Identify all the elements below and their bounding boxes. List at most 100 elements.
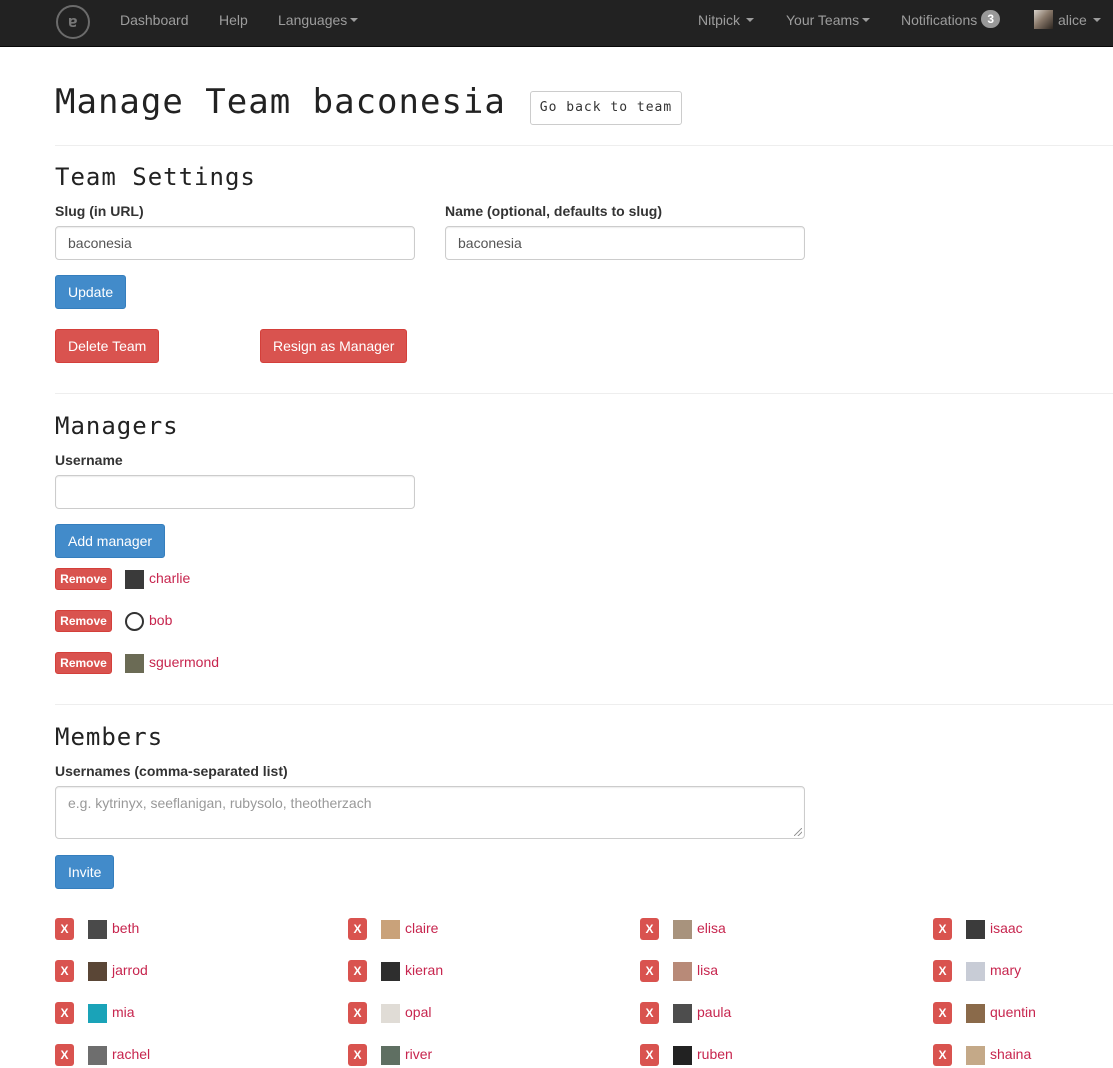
member-link[interactable]: elisa bbox=[697, 920, 726, 936]
slug-label: Slug (in URL) bbox=[55, 203, 144, 219]
team-settings-heading: Team Settings bbox=[55, 163, 256, 191]
member-link[interactable]: mary bbox=[990, 962, 1021, 978]
member-link[interactable]: lisa bbox=[697, 962, 718, 978]
nav-help[interactable]: Help bbox=[219, 0, 248, 46]
members-heading: Members bbox=[55, 723, 164, 751]
usernames-placeholder: e.g. kytrinyx, seeflanigan, rubysolo, th… bbox=[68, 795, 372, 811]
manager-username-label: Username bbox=[55, 452, 123, 468]
remove-member-button[interactable]: X bbox=[348, 960, 367, 982]
managers-heading: Managers bbox=[55, 412, 179, 440]
member-link[interactable]: kieran bbox=[405, 962, 443, 978]
usernames-label: Usernames (comma-separated list) bbox=[55, 763, 288, 779]
nav-notifications-label: Notifications bbox=[901, 12, 978, 28]
member-avatar bbox=[673, 962, 692, 981]
manager-avatar bbox=[125, 612, 144, 631]
manager-link[interactable]: bob bbox=[149, 612, 172, 628]
member-link[interactable]: opal bbox=[405, 1004, 431, 1020]
top-navbar: ɐ Dashboard Help Languages Nitpick Your … bbox=[0, 0, 1113, 47]
nav-user-label: alice bbox=[1058, 12, 1087, 28]
slug-input[interactable]: baconesia bbox=[55, 226, 415, 260]
member-avatar bbox=[673, 920, 692, 939]
nav-your-teams-dropdown[interactable]: Your Teams bbox=[786, 0, 871, 46]
update-button[interactable]: Update bbox=[55, 275, 127, 309]
remove-member-button[interactable]: X bbox=[348, 1002, 367, 1024]
nav-languages-dropdown[interactable]: Languages bbox=[278, 0, 359, 46]
chevron-down-icon bbox=[862, 18, 871, 23]
member-link[interactable]: beth bbox=[112, 920, 139, 936]
member-avatar bbox=[966, 962, 985, 981]
member-avatar bbox=[381, 962, 400, 981]
divider bbox=[55, 704, 1113, 705]
team-name-label: Name (optional, defaults to slug) bbox=[445, 203, 663, 219]
remove-member-button[interactable]: X bbox=[640, 1044, 659, 1066]
member-link[interactable]: paula bbox=[697, 1004, 731, 1020]
manager-link[interactable]: charlie bbox=[149, 570, 190, 586]
remove-member-button[interactable]: X bbox=[933, 1002, 952, 1024]
nav-notifications[interactable]: Notifications 3 bbox=[901, 0, 1001, 46]
resign-as-manager-button[interactable]: Resign as Manager bbox=[260, 329, 408, 363]
nav-your-teams-label: Your Teams bbox=[786, 12, 860, 28]
member-link[interactable]: quentin bbox=[990, 1004, 1036, 1020]
divider bbox=[55, 393, 1113, 394]
remove-member-button[interactable]: X bbox=[55, 918, 74, 940]
remove-member-button[interactable]: X bbox=[348, 918, 367, 940]
member-link[interactable]: mia bbox=[112, 1004, 135, 1020]
member-link[interactable]: rachel bbox=[112, 1046, 150, 1062]
remove-manager-button[interactable]: Remove bbox=[55, 610, 112, 632]
remove-member-button[interactable]: X bbox=[933, 960, 952, 982]
member-link[interactable]: ruben bbox=[697, 1046, 733, 1062]
member-link[interactable]: claire bbox=[405, 920, 438, 936]
remove-member-button[interactable]: X bbox=[933, 1044, 952, 1066]
manager-username-input[interactable] bbox=[55, 475, 415, 509]
chevron-down-icon bbox=[350, 18, 359, 23]
nav-nitpick-label: Nitpick bbox=[698, 12, 741, 28]
member-avatar bbox=[673, 1046, 692, 1065]
remove-member-button[interactable]: X bbox=[640, 960, 659, 982]
remove-member-button[interactable]: X bbox=[55, 1002, 74, 1024]
nav-nitpick-dropdown[interactable]: Nitpick bbox=[698, 0, 755, 46]
member-avatar bbox=[88, 1004, 107, 1023]
resize-handle-icon[interactable] bbox=[794, 828, 802, 836]
member-link[interactable]: river bbox=[405, 1046, 432, 1062]
nav-languages-label: Languages bbox=[278, 12, 348, 28]
member-avatar bbox=[381, 1046, 400, 1065]
page-title: Manage Team baconesia bbox=[55, 82, 506, 122]
remove-member-button[interactable]: X bbox=[640, 1002, 659, 1024]
remove-manager-button[interactable]: Remove bbox=[55, 568, 112, 590]
go-back-to-team-button[interactable]: Go back to team bbox=[530, 91, 682, 125]
remove-member-button[interactable]: X bbox=[55, 960, 74, 982]
notifications-count-badge: 3 bbox=[981, 10, 1001, 29]
remove-member-button[interactable]: X bbox=[933, 918, 952, 940]
usernames-textarea[interactable]: e.g. kytrinyx, seeflanigan, rubysolo, th… bbox=[55, 786, 805, 839]
invite-button[interactable]: Invite bbox=[55, 855, 115, 889]
member-avatar bbox=[88, 920, 107, 939]
member-avatar bbox=[381, 920, 400, 939]
user-avatar bbox=[1034, 9, 1053, 29]
nav-dashboard[interactable]: Dashboard bbox=[120, 0, 189, 46]
team-name-input[interactable]: baconesia bbox=[445, 226, 805, 260]
manager-link[interactable]: sguermond bbox=[149, 654, 219, 670]
member-link[interactable]: jarrod bbox=[112, 962, 148, 978]
member-avatar bbox=[966, 1004, 985, 1023]
member-avatar bbox=[381, 1004, 400, 1023]
nav-user-dropdown[interactable]: alice bbox=[1034, 0, 1101, 46]
remove-member-button[interactable]: X bbox=[348, 1044, 367, 1066]
remove-member-button[interactable]: X bbox=[640, 918, 659, 940]
remove-member-button[interactable]: X bbox=[55, 1044, 74, 1066]
delete-team-button[interactable]: Delete Team bbox=[55, 329, 160, 363]
member-avatar bbox=[88, 1046, 107, 1065]
member-link[interactable]: isaac bbox=[990, 920, 1023, 936]
member-link[interactable]: shaina bbox=[990, 1046, 1031, 1062]
manager-avatar bbox=[125, 654, 144, 673]
exercism-logo-icon[interactable]: ɐ bbox=[56, 5, 90, 39]
member-avatar bbox=[966, 1046, 985, 1065]
add-manager-button[interactable]: Add manager bbox=[55, 524, 166, 558]
remove-manager-button[interactable]: Remove bbox=[55, 652, 112, 674]
manager-avatar bbox=[125, 570, 144, 589]
member-avatar bbox=[966, 920, 985, 939]
chevron-down-icon bbox=[746, 18, 755, 23]
divider bbox=[55, 145, 1113, 146]
member-avatar bbox=[88, 962, 107, 981]
member-avatar bbox=[673, 1004, 692, 1023]
chevron-down-icon bbox=[1092, 18, 1101, 23]
